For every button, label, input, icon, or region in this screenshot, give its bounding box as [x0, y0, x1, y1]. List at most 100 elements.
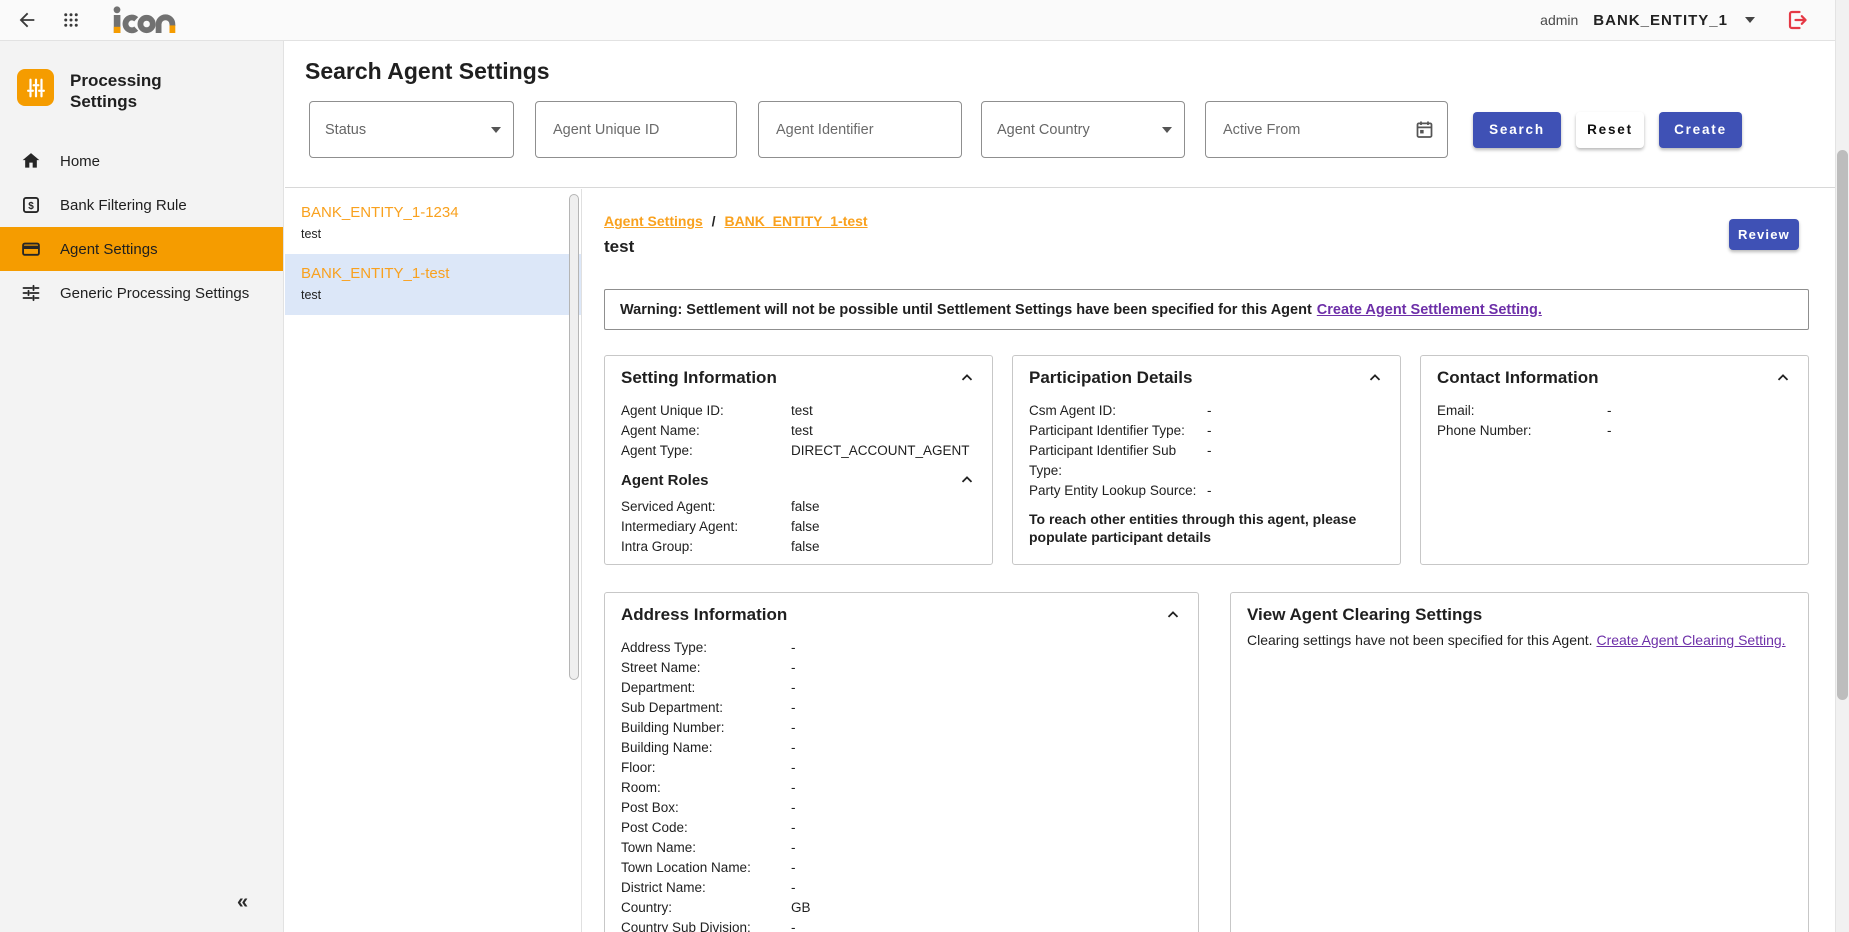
reset-button[interactable]: Reset	[1576, 112, 1644, 148]
detail-row: Agent Type: DIRECT_ACCOUNT_AGENT	[621, 441, 976, 461]
logout-icon	[1785, 8, 1809, 32]
agent-country-select-label: Agent Country	[997, 122, 1090, 138]
field-value: test	[791, 401, 976, 421]
field-label: Sub Department:	[621, 698, 791, 718]
field-label: Room:	[621, 778, 791, 798]
breadcrumb-current-link[interactable]: BANK_ENTITY_1-test	[724, 213, 867, 229]
page-scrollbar-thumb[interactable]	[1837, 150, 1848, 700]
agent-list-item-subtitle: test	[301, 287, 565, 303]
calendar-icon[interactable]	[1414, 119, 1435, 140]
agent-country-select[interactable]: Agent Country	[981, 101, 1185, 158]
sidebar-collapse-button[interactable]: «	[237, 891, 248, 914]
field-label: Agent Unique ID:	[621, 401, 791, 421]
field-value: test	[791, 421, 976, 441]
field-label: Party Entity Lookup Source:	[1029, 481, 1207, 501]
field-value: GB	[791, 898, 1182, 918]
contact-information-card: Contact Information Email: - Phone Numbe…	[1420, 355, 1809, 565]
credit-card-icon	[21, 239, 41, 259]
page-title: Search Agent Settings	[285, 41, 1835, 85]
field-value: false	[791, 517, 976, 537]
search-filters-row: Status Agent Country Search	[285, 101, 1835, 158]
card-title: Setting Information	[621, 368, 777, 388]
agent-list-item-selected[interactable]: BANK_ENTITY_1-test test	[285, 254, 581, 315]
field-value: -	[1207, 441, 1384, 481]
field-value: -	[791, 918, 1182, 932]
tune-icon	[25, 77, 47, 99]
chevron-up-icon[interactable]	[1164, 606, 1182, 624]
agent-identifier-input[interactable]	[774, 121, 949, 139]
detail-row: Room:-	[621, 778, 1182, 798]
detail-row: Country:GB	[621, 898, 1182, 918]
sidebar-item-bank-filtering-rule[interactable]: $ Bank Filtering Rule	[0, 183, 283, 227]
sidebar-menu: Home $ Bank Filtering Rule Agent Setting…	[0, 139, 283, 315]
detail-cards-row-top: Setting Information Agent Unique ID: tes…	[604, 355, 1809, 565]
field-label: Participant Identifier Sub Type:	[1029, 441, 1207, 481]
field-label: Csm Agent ID:	[1029, 401, 1207, 421]
settlement-warning-banner: Warning: Settlement will not be possible…	[604, 289, 1809, 330]
svg-text:$: $	[28, 201, 34, 212]
detail-row: Intra Group: false	[621, 537, 976, 557]
agent-unique-id-field[interactable]	[535, 101, 737, 158]
icon-logo	[112, 6, 182, 34]
chevron-up-icon[interactable]	[1774, 369, 1792, 387]
participation-note: To reach other entities through this age…	[1029, 510, 1384, 546]
processing-settings-app-icon	[17, 69, 54, 106]
entity-dropdown-caret-icon[interactable]	[1745, 17, 1755, 23]
create-clearing-setting-link[interactable]: Create Agent Clearing Setting.	[1596, 632, 1785, 648]
field-value: -	[1607, 421, 1792, 441]
back-button[interactable]	[16, 9, 38, 31]
sidebar-item-label: Agent Settings	[60, 241, 158, 258]
field-label: Phone Number:	[1437, 421, 1607, 441]
card-title: Participation Details	[1029, 368, 1192, 388]
clearing-settings-text: Clearing settings have not been specifie…	[1247, 632, 1593, 648]
tune-icon	[21, 283, 41, 303]
agent-list-item[interactable]: BANK_ENTITY_1-1234 test	[285, 193, 581, 254]
list-scrollbar-thumb[interactable]	[569, 194, 579, 680]
agent-identifier-field[interactable]	[758, 101, 962, 158]
apps-grid-button[interactable]	[62, 11, 80, 29]
status-select[interactable]: Status	[309, 101, 514, 158]
search-button[interactable]: Search	[1473, 112, 1561, 148]
page-scrollbar[interactable]	[1835, 0, 1849, 932]
field-label: Intermediary Agent:	[621, 517, 791, 537]
agent-unique-id-input[interactable]	[551, 121, 724, 139]
chevron-up-icon[interactable]	[958, 369, 976, 387]
active-from-date-field[interactable]	[1205, 101, 1448, 158]
sidebar-item-home[interactable]: Home	[0, 139, 283, 183]
field-value: -	[1207, 481, 1384, 501]
bank-dollar-icon: $	[21, 195, 41, 215]
chevron-down-icon	[1162, 127, 1172, 133]
review-button[interactable]: Review	[1729, 219, 1799, 250]
field-value: -	[1207, 401, 1384, 421]
sidebar-item-label: Home	[60, 153, 100, 170]
sidebar-item-generic-processing-settings[interactable]: Generic Processing Settings	[0, 271, 283, 315]
top-bar: admin BANK_ENTITY_1	[0, 0, 1849, 41]
detail-row: Phone Number: -	[1437, 421, 1792, 441]
field-value: -	[791, 718, 1182, 738]
breadcrumb-agent-settings-link[interactable]: Agent Settings	[604, 213, 703, 229]
chevron-up-icon[interactable]	[958, 471, 976, 489]
create-settlement-setting-link[interactable]: Create Agent Settlement Setting.	[1317, 302, 1542, 318]
field-label: Building Number:	[621, 718, 791, 738]
sidebar-item-agent-settings[interactable]: Agent Settings	[0, 227, 283, 271]
breadcrumb-separator: /	[712, 213, 716, 229]
agent-detail-title: test	[604, 236, 1809, 258]
field-label: Country:	[621, 898, 791, 918]
card-title: View Agent Clearing Settings	[1247, 605, 1482, 625]
active-from-input[interactable]	[1221, 121, 1414, 139]
detail-row: Town Name:-	[621, 838, 1182, 858]
detail-row: Party Entity Lookup Source: -	[1029, 481, 1384, 501]
detail-row: Email: -	[1437, 401, 1792, 421]
entity-selector[interactable]: BANK_ENTITY_1	[1593, 12, 1728, 29]
create-button[interactable]: Create	[1659, 112, 1742, 148]
detail-row: Sub Department:-	[621, 698, 1182, 718]
agent-detail-panel: Agent Settings / BANK_ENTITY_1-test test…	[582, 189, 1835, 932]
field-value: -	[791, 638, 1182, 658]
field-value: -	[791, 758, 1182, 778]
detail-row: Serviced Agent: false	[621, 497, 976, 517]
chevron-up-icon[interactable]	[1366, 369, 1384, 387]
field-label: Street Name:	[621, 658, 791, 678]
field-value: -	[791, 738, 1182, 758]
sidebar-title: Processing Settings	[70, 69, 210, 112]
logout-button[interactable]	[1785, 8, 1809, 32]
